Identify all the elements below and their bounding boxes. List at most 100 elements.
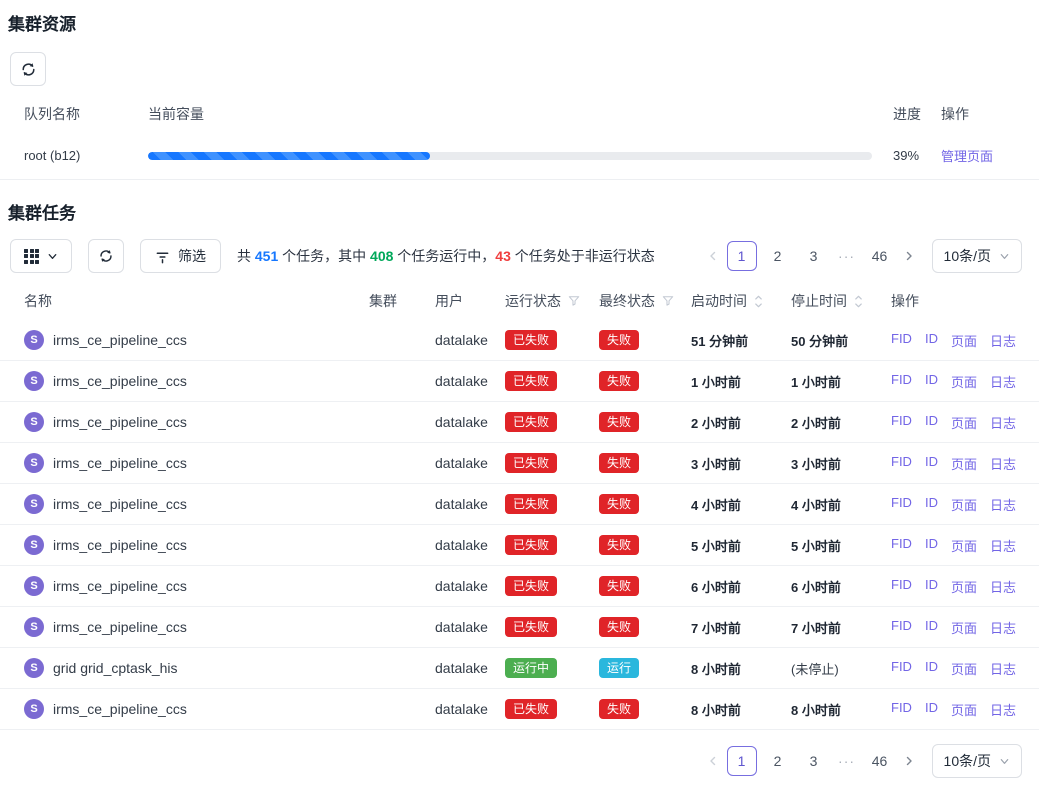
column-header-final-status: 最终状态 [599, 291, 655, 311]
pagination-ellipsis[interactable]: ··· [832, 248, 862, 264]
id-link[interactable]: ID [925, 700, 938, 719]
page-link[interactable]: 页面 [951, 700, 977, 719]
log-link[interactable]: 日志 [990, 372, 1016, 391]
funnel-icon[interactable] [568, 295, 580, 307]
run-status-badge: 已失败 [505, 412, 557, 432]
task-name: irms_ce_pipeline_ccs [53, 373, 187, 389]
id-link[interactable]: ID [925, 372, 938, 391]
page-link[interactable]: 页面 [951, 577, 977, 596]
final-status-badge: 失败 [599, 412, 639, 432]
log-link[interactable]: 日志 [990, 331, 1016, 350]
column-header-capacity: 当前容量 [148, 104, 885, 124]
filter-button[interactable]: 筛选 [140, 239, 221, 273]
page-link[interactable]: 页面 [951, 536, 977, 555]
table-row: S irms_ce_pipeline_ccs b12 datalake 已失败 … [0, 484, 1039, 525]
task-name: irms_ce_pipeline_ccs [53, 414, 187, 430]
avatar: S [24, 617, 44, 637]
page-button-46[interactable]: 46 [865, 241, 895, 271]
page-button-1[interactable]: 1 [727, 241, 757, 271]
fid-link[interactable]: FID [891, 700, 912, 719]
page-size-select[interactable]: 10条/页 [932, 239, 1022, 273]
page-size-select[interactable]: 10条/页 [932, 744, 1022, 778]
log-link[interactable]: 日志 [990, 536, 1016, 555]
id-link[interactable]: ID [925, 495, 938, 514]
avatar: S [24, 658, 44, 678]
tasks-refresh-button[interactable] [88, 239, 124, 273]
sort-icon[interactable] [754, 294, 763, 309]
id-link[interactable]: ID [925, 536, 938, 555]
page-link[interactable]: 页面 [951, 331, 977, 350]
stop-time: 2 小时前 [791, 413, 891, 432]
id-link[interactable]: ID [925, 618, 938, 637]
summary-text: 个任务运行中， [393, 248, 495, 264]
queue-name: root (b12) [0, 148, 148, 163]
column-header-queue: 队列名称 [0, 104, 148, 124]
stop-time: 3 小时前 [791, 454, 891, 473]
pagination-prev-button[interactable] [702, 240, 724, 272]
page-button-2[interactable]: 2 [763, 746, 793, 776]
column-header-action: 操作 [891, 291, 1031, 311]
page-button-3[interactable]: 3 [799, 746, 829, 776]
fid-link[interactable]: FID [891, 536, 912, 555]
pagination-ellipsis[interactable]: ··· [832, 753, 862, 769]
abnormal-count: 43 [495, 248, 511, 264]
id-link[interactable]: ID [925, 577, 938, 596]
final-status-badge: 失败 [599, 494, 639, 514]
pagination-next-button[interactable] [898, 745, 920, 777]
page-link[interactable]: 页面 [951, 618, 977, 637]
final-status-badge: 失败 [599, 453, 639, 473]
page-button-2[interactable]: 2 [763, 241, 793, 271]
log-link[interactable]: 日志 [990, 577, 1016, 596]
table-row: S irms_ce_pipeline_ccs b12 datalake 已失败 … [0, 689, 1039, 730]
final-status-badge: 失败 [599, 371, 639, 391]
page-button-1[interactable]: 1 [727, 746, 757, 776]
resources-refresh-button[interactable] [10, 52, 46, 86]
pagination-top: 123···46 10条/页 [702, 239, 1022, 273]
avatar: S [24, 535, 44, 555]
page-link[interactable]: 页面 [951, 454, 977, 473]
log-link[interactable]: 日志 [990, 413, 1016, 432]
fid-link[interactable]: FID [891, 618, 912, 637]
resources-section-title: 集群资源 [8, 14, 1039, 36]
id-link[interactable]: ID [925, 413, 938, 432]
fid-link[interactable]: FID [891, 495, 912, 514]
page-button-3[interactable]: 3 [799, 241, 829, 271]
fid-link[interactable]: FID [891, 372, 912, 391]
task-name: irms_ce_pipeline_ccs [53, 619, 187, 635]
column-header-user: 用户 [435, 291, 505, 311]
table-row: S irms_ce_pipeline_ccs b12 datalake 已失败 … [0, 402, 1039, 443]
page-button-46[interactable]: 46 [865, 746, 895, 776]
avatar: S [24, 494, 44, 514]
log-link[interactable]: 日志 [990, 495, 1016, 514]
id-link[interactable]: ID [925, 659, 938, 678]
layout-button[interactable] [10, 239, 72, 273]
log-link[interactable]: 日志 [990, 700, 1016, 719]
id-link[interactable]: ID [925, 331, 938, 350]
page-link[interactable]: 页面 [951, 659, 977, 678]
stop-time: 8 小时前 [791, 700, 891, 719]
task-name: irms_ce_pipeline_ccs [53, 537, 187, 553]
log-link[interactable]: 日志 [990, 618, 1016, 637]
fid-link[interactable]: FID [891, 331, 912, 350]
fid-link[interactable]: FID [891, 659, 912, 678]
manage-page-link[interactable]: 管理页面 [941, 149, 993, 164]
stop-time: 7 小时前 [791, 618, 891, 637]
stop-time: 1 小时前 [791, 372, 891, 391]
fid-link[interactable]: FID [891, 454, 912, 473]
page-link[interactable]: 页面 [951, 372, 977, 391]
pagination-next-button[interactable] [898, 240, 920, 272]
page-link[interactable]: 页面 [951, 495, 977, 514]
id-link[interactable]: ID [925, 454, 938, 473]
sort-icon[interactable] [854, 294, 863, 309]
log-link[interactable]: 日志 [990, 454, 1016, 473]
fid-link[interactable]: FID [891, 577, 912, 596]
fid-link[interactable]: FID [891, 413, 912, 432]
page-link[interactable]: 页面 [951, 413, 977, 432]
column-header-run-status: 运行状态 [505, 291, 561, 311]
column-header-action: 操作 [941, 104, 1039, 124]
log-link[interactable]: 日志 [990, 659, 1016, 678]
chevron-right-icon [904, 756, 914, 766]
funnel-icon[interactable] [662, 295, 674, 307]
pagination-prev-button[interactable] [702, 745, 724, 777]
table-row: S grid grid_cptask_his b12 datalake 运行中 … [0, 648, 1039, 689]
